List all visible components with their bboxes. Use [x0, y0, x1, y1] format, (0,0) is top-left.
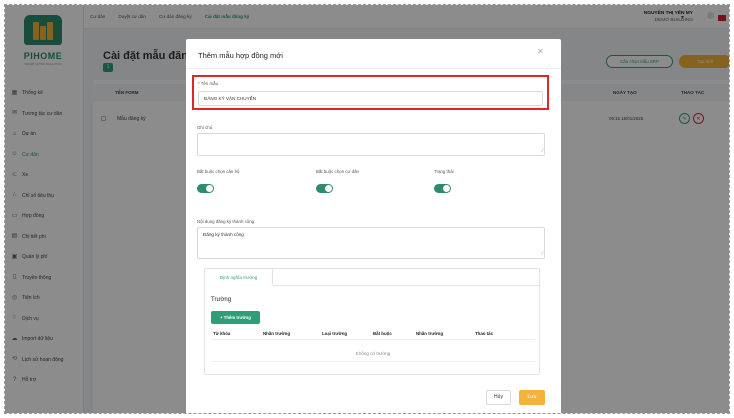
dialog-title: Thêm mẫu hợp đồng mới — [198, 51, 283, 60]
resize-handle-icon[interactable]: ⁄ — [542, 252, 543, 257]
add-field-label: + Thêm trường — [220, 315, 251, 320]
success-content-textarea[interactable]: Đăng ký thành công ⁄ — [197, 227, 545, 259]
require-resident-toggle[interactable] — [316, 184, 333, 193]
note-textarea[interactable]: ⁄ — [197, 133, 545, 156]
cancel-button[interactable]: Hủy — [486, 390, 511, 405]
empty-fields-text: Không có trường — [355, 351, 391, 356]
field-col-label-2: Nhãn trường — [416, 331, 444, 336]
field-col-actions: Thao tác — [475, 331, 494, 336]
save-button[interactable]: Lưu — [519, 390, 545, 405]
required-mark: * — [198, 81, 200, 86]
field-col-required: Bắt buộc — [373, 331, 392, 336]
field-col-type: Loại trường — [322, 331, 348, 336]
status-toggle[interactable] — [434, 184, 451, 193]
template-name-input[interactable]: ĐĂNG KÝ VẬN CHUYỂN — [198, 91, 543, 106]
add-field-button[interactable]: + Thêm trường — [211, 311, 260, 324]
status-label: Trạng thái — [434, 169, 454, 174]
field-definition-panel: Định nghĩa trường Trường + Thêm trường T… — [204, 268, 540, 375]
note-label: Ghi chú — [197, 125, 213, 130]
name-label: *Tên mẫu — [198, 81, 218, 86]
require-resident-label: Bắt buộc chọn cư dân — [316, 169, 359, 174]
resize-handle-icon[interactable]: ⁄ — [542, 149, 543, 154]
field-header-divider — [211, 339, 535, 340]
close-icon[interactable]: ✕ — [537, 47, 544, 56]
name-label-text: Tên mẫu — [200, 81, 219, 86]
add-template-dialog: Thêm mẫu hợp đồng mới ✕ *Tên mẫu ĐĂNG KÝ… — [186, 39, 561, 413]
tab-field-definition[interactable]: Định nghĩa trường — [205, 269, 273, 286]
dialog-divider — [186, 68, 561, 69]
fields-title: Trường — [211, 297, 232, 303]
field-col-label: Nhãn trường — [263, 331, 291, 336]
require-apartment-toggle[interactable] — [197, 184, 214, 193]
tab-divider — [273, 285, 539, 286]
app-window: PIHOME SMART LIVING SOLUTION ▦ Thống kê ✉ T… — [4, 4, 730, 414]
field-col-keyword: Từ khóa — [213, 331, 231, 336]
success-content-label: Nội dung đăng ký thành công — [197, 219, 255, 224]
require-apartment-label: Bắt buộc chọn căn hộ — [197, 169, 240, 174]
success-content-value: Đăng ký thành công — [203, 232, 244, 237]
empty-divider — [211, 361, 535, 362]
